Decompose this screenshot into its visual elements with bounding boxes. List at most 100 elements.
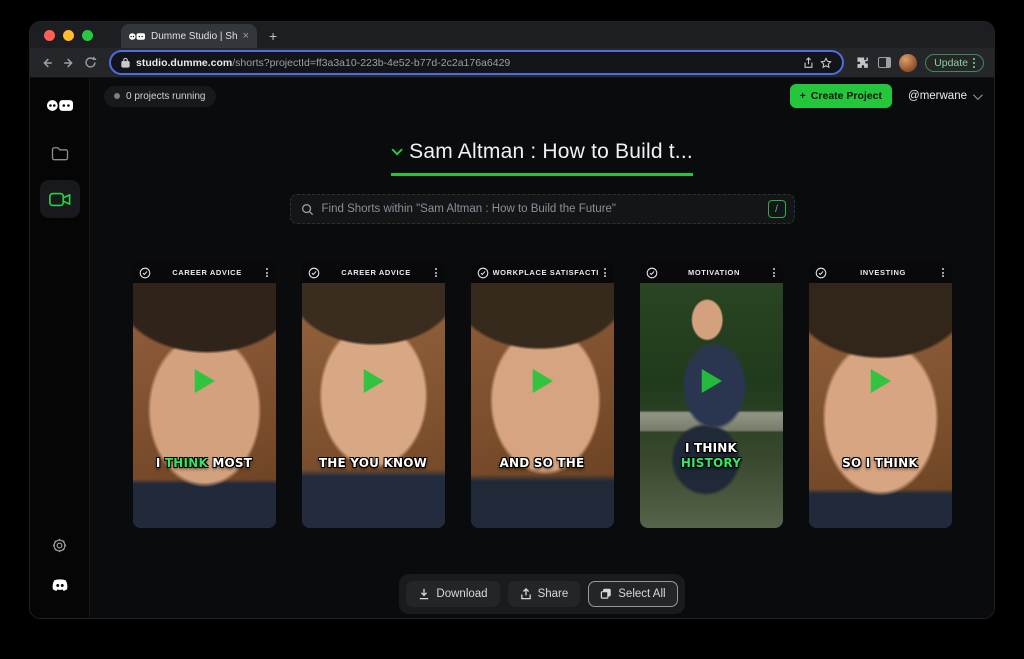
browser-tab[interactable]: Dumme Studio | Shorts × [121,24,257,48]
update-label: Update [934,57,968,69]
short-card-header: CAREER ADVICE [133,262,276,283]
check-circle-icon[interactable] [308,267,320,279]
kebab-menu-icon [973,58,975,68]
status-dot-icon [114,93,120,99]
url-path: /shorts?projectId=ff3a3a10-223b-4e52-b77… [232,57,510,69]
projects-running-label: 0 projects running [126,91,206,102]
close-window-button[interactable] [44,30,55,41]
select-all-button[interactable]: Select All [588,581,677,607]
short-card[interactable]: MOTIVATION I THINKHISTORY [640,262,783,528]
url-text: studio.dumme.com/shorts?projectId=ff3a3a… [136,57,797,69]
short-card-header: MOTIVATION [640,262,783,283]
bookmark-star-icon[interactable] [820,57,832,69]
dumme-favicon-icon [129,33,145,40]
minimize-window-button[interactable] [63,30,74,41]
profile-avatar[interactable] [899,54,917,72]
title-chevron-down-icon[interactable] [392,144,403,155]
check-circle-icon[interactable] [815,267,827,279]
card-kebab-menu-icon[interactable] [602,268,608,277]
action-bar: Download Share Select All [399,574,684,614]
back-icon[interactable] [40,56,54,70]
download-icon [418,588,430,600]
sidebar [30,78,90,618]
create-project-label: Create Project [811,90,882,102]
short-card-header: CAREER ADVICE [302,262,445,283]
search-icon [301,203,314,216]
sidebar-item-shorts[interactable] [40,180,80,218]
refresh-icon[interactable] [84,56,97,69]
card-kebab-menu-icon[interactable] [433,268,439,277]
short-card[interactable]: WORKPLACE SATISFACTI... AND SO THE [471,262,614,528]
extensions-puzzle-icon[interactable] [856,56,870,70]
short-card[interactable]: CAREER ADVICE THE YOU KNOW [302,262,445,528]
video-caption: I THINK MOST [133,456,276,470]
maximize-window-button[interactable] [82,30,93,41]
check-circle-icon[interactable] [646,267,658,279]
plus-icon: + [800,90,806,102]
tab-strip: Dumme Studio | Shorts × + [30,22,994,48]
url-domain: studio.dumme.com [136,57,232,69]
share-label: Share [538,588,569,600]
chevron-down-icon [973,90,983,100]
download-button[interactable]: Download [406,581,499,607]
project-title-block: Sam Altman : How to Build t... [391,140,693,176]
video-camera-icon [49,192,71,207]
play-icon[interactable] [700,369,722,393]
sidebar-item-discord[interactable] [40,568,80,602]
video-thumbnail[interactable]: THE YOU KNOW [302,283,445,528]
gear-icon [51,537,68,554]
short-card-header: INVESTING [809,262,952,283]
search-bar[interactable]: / [290,194,795,224]
url-bar[interactable]: studio.dumme.com/shorts?projectId=ff3a3a… [111,52,842,73]
dumme-logo-icon [47,100,73,111]
play-icon[interactable] [869,369,891,393]
share-icon [520,588,532,600]
short-category-label: WORKPLACE SATISFACTI... [493,268,598,277]
forward-icon[interactable] [62,56,76,70]
projects-running-badge: 0 projects running [104,86,216,107]
short-card[interactable]: CAREER ADVICE I THINK MOST [133,262,276,528]
short-category-label: MOTIVATION [662,268,767,277]
check-circle-icon[interactable] [139,267,151,279]
app-root: 0 projects running + Create Project @mer… [30,78,994,618]
video-thumbnail[interactable]: SO I THINK [809,283,952,528]
share-button[interactable]: Share [508,581,581,607]
download-label: Download [436,588,487,600]
content-top-row: 0 projects running + Create Project @mer… [90,78,994,108]
sidebar-item-home-logo[interactable] [40,88,80,122]
short-card[interactable]: INVESTING SO I THINK [809,262,952,528]
sidebar-item-projects[interactable] [40,136,80,170]
slash-shortcut-key: / [768,200,786,218]
page-title: Sam Altman : How to Build t... [409,140,693,164]
video-caption: AND SO THE [471,456,614,470]
play-icon[interactable] [193,369,215,393]
new-tab-button[interactable]: + [257,24,289,48]
discord-icon [51,578,69,592]
browser-window: Dumme Studio | Shorts × + studio.dumme.c… [30,22,994,618]
video-caption: THE YOU KNOW [302,456,445,470]
main-content: 0 projects running + Create Project @mer… [90,78,994,618]
side-panel-icon[interactable] [878,57,891,68]
card-kebab-menu-icon[interactable] [940,268,946,277]
screenshot-stage: Dumme Studio | Shorts × + studio.dumme.c… [0,0,1024,659]
lock-icon [121,57,130,68]
select-all-label: Select All [618,588,665,600]
chrome-update-button[interactable]: Update [925,54,984,72]
play-icon[interactable] [531,369,553,393]
check-circle-icon[interactable] [477,267,489,279]
video-thumbnail[interactable]: I THINKHISTORY [640,283,783,528]
tab-close-icon[interactable]: × [243,30,249,42]
card-kebab-menu-icon[interactable] [771,268,777,277]
create-project-button[interactable]: + Create Project [790,84,892,108]
video-thumbnail[interactable]: I THINK MOST [133,283,276,528]
account-menu[interactable]: @merwane [908,90,980,102]
card-kebab-menu-icon[interactable] [264,268,270,277]
sidebar-item-settings[interactable] [40,528,80,562]
share-page-icon[interactable] [803,57,814,69]
video-thumbnail[interactable]: AND SO THE [471,283,614,528]
play-icon[interactable] [362,369,384,393]
search-input[interactable] [322,203,760,215]
folder-icon [51,146,69,161]
short-category-label: INVESTING [831,268,936,277]
window-controls[interactable] [30,22,107,48]
